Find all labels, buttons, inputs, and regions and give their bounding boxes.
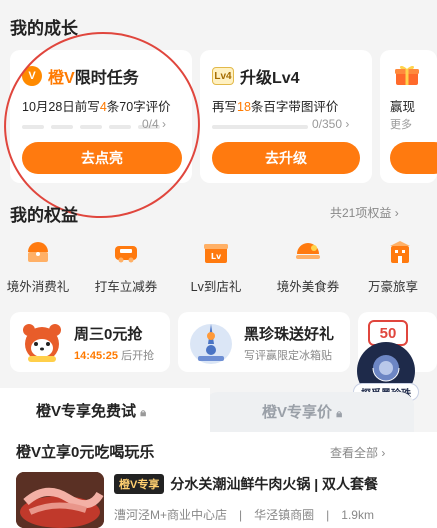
list-title: 橙V立享0元吃喝玩乐 [16, 444, 155, 461]
overseas-food-icon [294, 240, 322, 264]
level-up-button[interactable]: 去升级 [212, 142, 360, 174]
all-benefits-link[interactable]: 共21项权益 › [330, 204, 399, 221]
task-card-desc: 10月28日前写4条70字评价 [22, 100, 171, 114]
third-growth-card[interactable]: 赢现 更多 [380, 50, 437, 183]
view-all-link[interactable]: 查看全部 › [330, 444, 385, 461]
benefit-item-taxi-coupon[interactable]: 打车立减券 [84, 240, 168, 295]
list-item-name: 分水关潮汕鲜牛肉火锅 | 双人套餐 [170, 476, 379, 492]
orange-v-badge-icon: V [22, 66, 42, 86]
benefits-title: 我的权益 [10, 206, 78, 225]
black-pearl-tower-icon [188, 318, 234, 366]
light-up-button[interactable]: 去点亮 [22, 142, 182, 174]
lock-icon: 🔒︎ [336, 408, 343, 420]
tab-free-trial[interactable]: 橙V专享免费试 🔒︎ [0, 388, 210, 432]
benefit-item-overseas-spend[interactable]: 境外消费礼 [0, 240, 80, 295]
gift-box-icon [394, 64, 420, 86]
list-item-title-row[interactable]: 橙V专享 分水关潮汕鲜牛肉火锅 | 双人套餐 [114, 474, 378, 494]
promo-wednesday-card[interactable]: 周三0元抢 14:45:25 后开抢 [10, 312, 170, 372]
lv4-badge-icon: Lv4 [212, 67, 234, 85]
chevron-right-icon: › [162, 117, 167, 131]
benefit-item-marriott[interactable]: 万豪旅享 [358, 240, 437, 295]
chevron-right-icon: › [394, 206, 399, 220]
growth-title: 我的成长 [10, 19, 78, 38]
hotpot-thumbnail[interactable] [16, 472, 104, 528]
tab-bar: 橙V专享价 🔒︎ 橙V专享免费试 🔒︎ [0, 388, 437, 432]
list-item-meta: 漕河泾M+商业中心店 | 华泾镇商圈 | 1.9km [114, 508, 374, 522]
third-card-line2: 更多 [390, 119, 412, 131]
chevron-right-icon: › [381, 446, 386, 460]
third-card-line1: 赢现 [390, 100, 416, 114]
lv-store-gift-icon: Lv [202, 240, 230, 264]
task-progress-bar [22, 120, 160, 134]
free-trial-list: 橙V立享0元吃喝玩乐 查看全部 › 橙V专享 分水关潮汕鲜牛肉火锅 | 双人套餐… [0, 432, 437, 528]
level-card-desc: 再写18条百字带图评价 [212, 100, 339, 114]
orange-v-exclusive-tag: 橙V专享 [114, 474, 165, 494]
level-progress-bar [212, 120, 308, 134]
taxi-coupon-icon [112, 240, 140, 264]
tab-exclusive-price[interactable]: 橙V专享价 🔒︎ [204, 392, 414, 432]
level-progress-text: 0/350 › [312, 117, 350, 131]
benefit-item-overseas-food[interactable]: 境外美食券 [266, 240, 350, 295]
level-card-title: 升级Lv4 [240, 70, 300, 87]
promo-black-pearl-sub: 写评赢限定冰箱贴 [244, 350, 332, 362]
marriott-icon [386, 240, 414, 264]
promo-wednesday-title: 周三0元抢 [74, 326, 143, 343]
lock-icon: 🔒︎ [140, 407, 147, 419]
task-card-title: 橙V限时任务 [48, 70, 139, 87]
third-card-button[interactable] [390, 142, 437, 174]
promo-black-pearl-card[interactable]: 黑珍珠送好礼 写评赢限定冰箱贴 [178, 312, 350, 372]
red-panda-mascot-icon [20, 320, 64, 364]
svg-text:Lv: Lv [211, 252, 222, 261]
promo-black-pearl-title: 黑珍珠送好礼 [244, 326, 335, 343]
level-up-card[interactable]: Lv4 升级Lv4 再写18条百字带图评价 0/350 › 去升级 [200, 50, 372, 183]
task-progress-text: 0/4 › [142, 117, 167, 131]
chevron-right-icon: › [345, 117, 350, 131]
overseas-spend-icon [24, 240, 52, 264]
benefit-item-lv-store-gift[interactable]: Lv Lv到店礼 [174, 240, 258, 295]
promo-countdown: 14:45:25 后开抢 [74, 350, 155, 362]
limited-task-card[interactable]: V 橙V限时任务 10月28日前写4条70字评价 0/4 › 去点亮 [10, 50, 192, 183]
